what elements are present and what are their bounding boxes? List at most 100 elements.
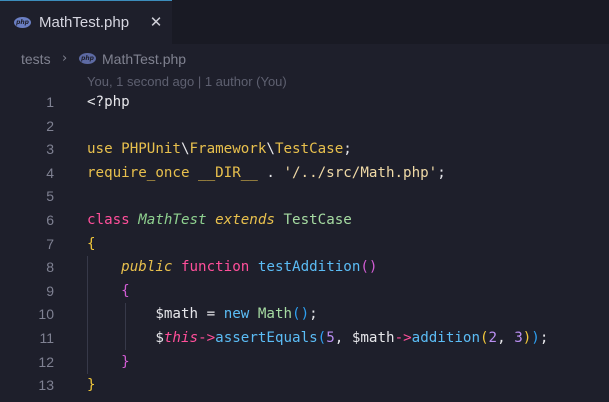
code-token: \ <box>180 141 190 158</box>
code-token: , <box>497 329 515 346</box>
code-line[interactable]: 9 { <box>0 280 609 304</box>
php-file-icon: php <box>14 17 31 28</box>
line-number: 13 <box>38 377 54 394</box>
code-token: -> <box>198 329 216 346</box>
code-token: 3 <box>514 329 523 346</box>
line-source: $this->assertEquals(5, $math->addition(2… <box>87 327 548 351</box>
line-number: 12 <box>38 353 54 370</box>
code-token: addition <box>411 329 480 346</box>
line-source: { <box>87 233 96 257</box>
breadcrumb: tests › php MathTest.php <box>0 44 609 74</box>
line-number: 8 <box>46 259 54 276</box>
code-token: () <box>360 259 378 276</box>
code-line[interactable]: 11 $this->assertEquals(5, $math->additio… <box>0 327 609 351</box>
code-line[interactable]: 12 } <box>0 351 609 375</box>
code-token: testAddition <box>257 259 361 276</box>
line-source: $math = new Math(); <box>87 303 318 327</box>
line-source: use PHPUnit\Framework\TestCase; <box>87 138 352 162</box>
code-line[interactable]: 3 use PHPUnit\Framework\TestCase; <box>0 138 609 162</box>
breadcrumb-folder-tests[interactable]: tests <box>21 50 51 68</box>
code-line[interactable]: 1 <?php <box>0 91 609 115</box>
code-token: '/../src/Math.php' <box>283 164 438 181</box>
line-source: <?php <box>87 91 130 115</box>
code-token: } <box>121 353 130 370</box>
code-token: TestCase <box>283 211 352 228</box>
code-line[interactable]: 13} <box>0 374 609 398</box>
code-token: ; <box>437 164 446 181</box>
line-number: 9 <box>46 282 54 299</box>
code-editor[interactable]: php MathTest.php ✕ tests › php MathTest.… <box>0 0 609 402</box>
code-token: 2 <box>488 329 498 346</box>
line-number: 4 <box>46 164 54 181</box>
close-icon[interactable]: ✕ <box>148 12 164 32</box>
code-line[interactable]: 7{ <box>0 233 609 257</box>
tab-mathtest-php[interactable]: php MathTest.php ✕ <box>0 0 172 44</box>
code-token: ; <box>343 141 352 158</box>
code-token: ) <box>522 329 532 346</box>
code-token: { <box>121 282 130 299</box>
code-token: MathTest <box>138 211 207 228</box>
code-line[interactable]: 2 <box>0 115 609 139</box>
breadcrumb-file[interactable]: MathTest.php <box>102 50 186 68</box>
code-token: new <box>223 306 250 323</box>
line-source: require_once __DIR__ . '/../src/Math.php… <box>87 162 446 186</box>
line-number: 1 <box>46 94 54 110</box>
php-file-icon: php <box>79 53 96 64</box>
code-token: function <box>180 259 250 276</box>
code-token: = <box>198 306 224 323</box>
code-token: ( <box>480 329 489 346</box>
code-token: extends <box>215 211 275 228</box>
chevron-right-icon: › <box>62 51 68 66</box>
code-token: PHPUnit <box>121 141 181 158</box>
tab-bar: php MathTest.php ✕ <box>0 0 609 44</box>
line-number: 11 <box>39 329 54 346</box>
line-source: } <box>87 374 96 398</box>
code-token: $math <box>155 306 199 323</box>
code-token: 5 <box>326 329 335 346</box>
code-token: ; <box>539 329 549 346</box>
code-token: () <box>292 306 310 323</box>
code-line[interactable]: 5 <box>0 185 609 209</box>
code-line[interactable]: 8 public function testAddition() <box>0 256 609 280</box>
code-token: <?php <box>87 94 130 110</box>
code-line[interactable]: 6 class MathTest extends TestCase <box>0 209 609 233</box>
code-token: ; <box>309 306 318 323</box>
line-number: 5 <box>46 188 54 205</box>
line-number: 10 <box>38 306 54 323</box>
code-token: , <box>334 329 352 346</box>
line-source: class MathTest extends TestCase <box>87 209 352 233</box>
codelens-blame[interactable]: You, 1 second ago | 1 author (You) <box>87 74 287 90</box>
code-token: { <box>87 235 96 252</box>
line-number: 3 <box>46 141 54 158</box>
code-token: $math <box>351 329 395 346</box>
line-source: public function testAddition() <box>87 256 377 280</box>
tab-title: MathTest.php <box>39 14 130 31</box>
code-token: this <box>163 329 199 346</box>
code-token: public <box>121 259 173 276</box>
code-token: ( <box>317 329 327 346</box>
line-number: 2 <box>46 117 54 134</box>
code-line[interactable]: 10 $math = new Math(); <box>0 303 609 327</box>
code-token: \ <box>266 141 275 158</box>
line-source: } <box>87 351 130 375</box>
code-token: class <box>87 211 139 228</box>
code-area[interactable]: 1 <?php 2 3 use PHPUnit\Framework\TestCase; 4… <box>0 91 609 398</box>
code-line[interactable]: 4 require_once __DIR__ . '/../src/Math.ph… <box>0 162 609 186</box>
code-token: Framework <box>189 141 267 158</box>
code-token: assertEquals <box>215 329 318 346</box>
code-token: $ <box>155 329 164 346</box>
code-token: __DIR__ <box>198 164 258 181</box>
code-token: ) <box>531 329 540 346</box>
code-token: require_once <box>87 164 199 181</box>
line-source: { <box>87 280 130 304</box>
code-token: Math <box>257 306 293 323</box>
code-token: use <box>87 141 122 158</box>
